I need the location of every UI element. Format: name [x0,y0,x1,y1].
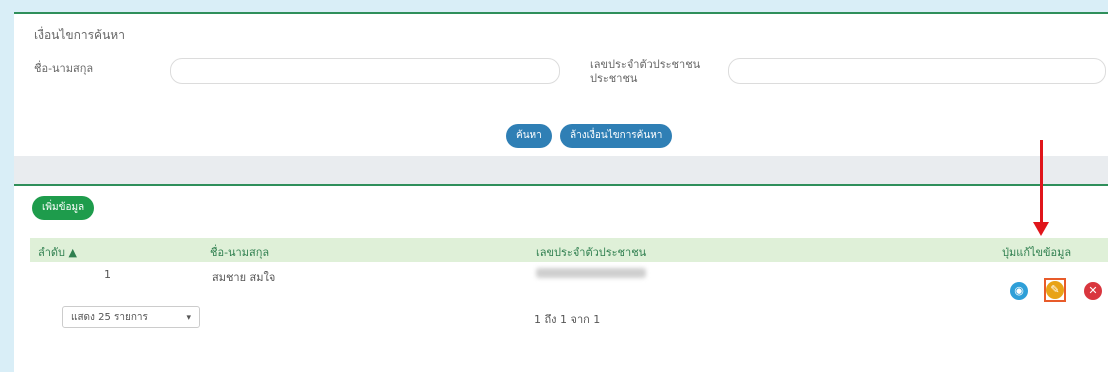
search-section-title: เงื่อนไขการค้นหา [34,28,125,42]
id-label-line2: ประชาชน [590,72,638,85]
add-data-button[interactable]: เพิ่มข้อมูล [32,196,95,220]
edit-highlight-box [1044,278,1066,302]
annotation-arrow-line [1040,140,1043,224]
table-header: ลำดับ ▲ ชื่อ-นามสกุล เลขประจำตัวประชาชน … [30,238,1108,262]
page-size-select[interactable]: แสดง 25 รายการ ▾ [62,306,200,328]
column-header-id[interactable]: เลขประจำตัวประชาชน [536,243,646,261]
column-header-name[interactable]: ชื่อ-นามสกุล [210,243,269,261]
clear-search-button[interactable]: ล้างเงื่อนไขการค้นหา [560,124,673,148]
main-panel: เงื่อนไขการค้นหา ชื่อ-นามสกุล เลขประจำตั… [14,12,1108,372]
pagination-info: 1 ถึง 1 จาก 1 [534,313,601,326]
id-label-line1: เลขประจำตัวประชาชน [590,58,701,71]
section-divider-bar [14,156,1108,184]
column-header-actions: ปุ่มแก้ไขข้อมูล [1002,246,1072,259]
view-icon[interactable]: ◉ [1010,282,1028,300]
annotation-arrow-head [1033,222,1049,236]
id-input[interactable] [728,58,1106,84]
name-input[interactable] [170,58,560,84]
row-id-redacted [536,268,646,278]
column-header-index[interactable]: ลำดับ ▲ [38,243,77,261]
page-size-value: แสดง 25 รายการ [71,312,148,323]
green-separator [14,184,1108,186]
delete-icon[interactable]: ✕ [1084,282,1102,300]
name-label: ชื่อ-นามสกุล [34,62,94,75]
row-index: 1 [104,268,111,281]
chevron-down-icon: ▾ [186,313,191,323]
row-name: สมชาย สมใจ [212,271,276,284]
search-button[interactable]: ค้นหา [506,124,552,148]
